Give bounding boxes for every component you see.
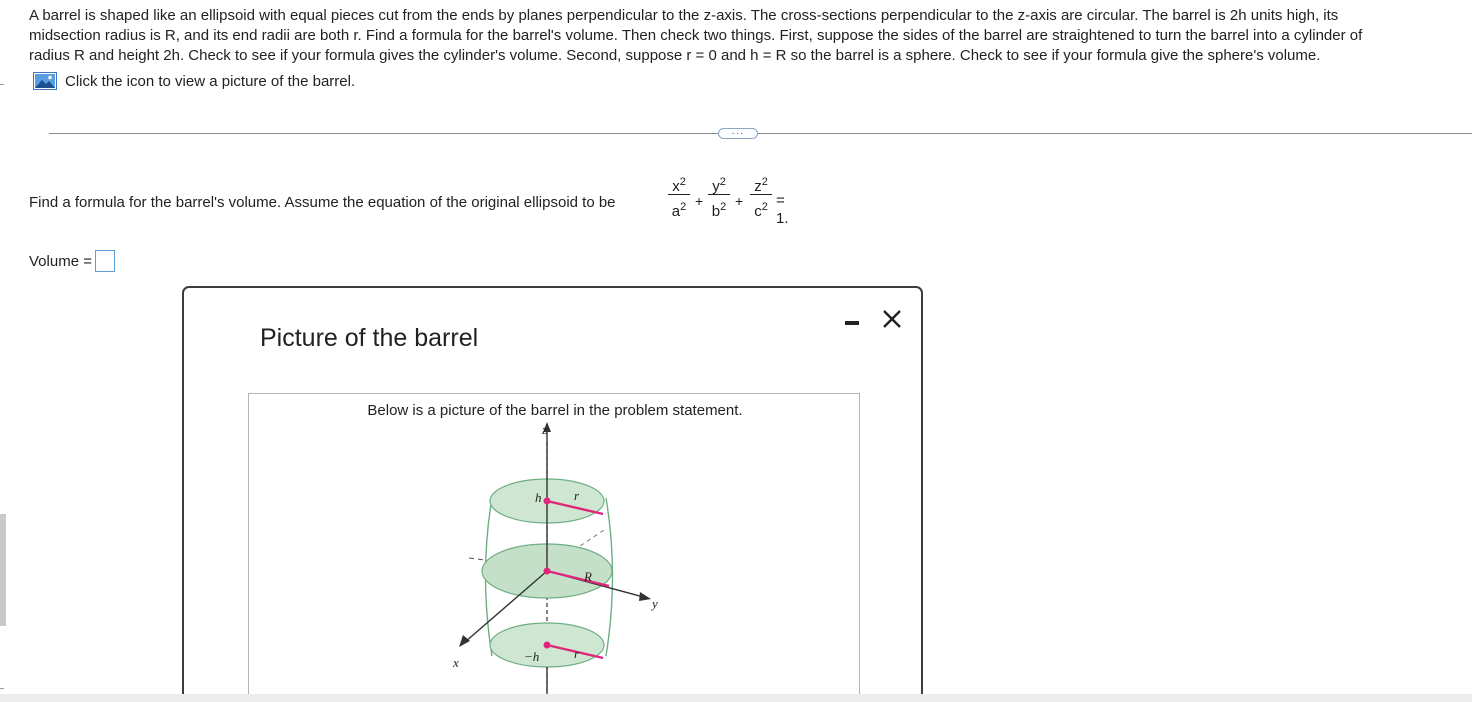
fraction-y: y2 b2 [708, 173, 730, 220]
label-neg-h: −h [524, 649, 539, 664]
problem-line: midsection radius is R, and its end radi… [29, 27, 1363, 44]
picture-dialog: Picture of the barrel Below is a picture… [182, 286, 923, 702]
label-x: x [452, 655, 459, 670]
close-button[interactable] [881, 308, 903, 330]
dialog-title: Picture of the barrel [260, 324, 479, 352]
fraction-z: z2 c2 [750, 173, 772, 220]
barrel-diagram: z y x h r R −h r [452, 422, 658, 702]
y-arrow-head [639, 592, 651, 601]
view-picture-text[interactable]: Click the icon to view a picture of the … [65, 73, 355, 90]
label-z: z [541, 422, 547, 437]
question-text: Find a formula for the barrel's volume. … [29, 194, 616, 211]
equals-one: = 1. [776, 192, 789, 227]
fraction-x: x2 a2 [668, 173, 690, 220]
answer-row: Volume = [29, 250, 115, 272]
mid-center-dot [543, 567, 551, 575]
problem-line: radius R and height 2h. Check to see if … [29, 47, 1321, 64]
volume-label: Volume = [29, 252, 92, 270]
problem-statement: A barrel is shaped like an ellipsoid wit… [29, 6, 1469, 66]
close-icon [883, 310, 901, 328]
label-h: h [535, 490, 542, 505]
image-icon[interactable] [33, 72, 57, 90]
plus-sign: + [735, 193, 744, 209]
section-divider [49, 133, 1472, 134]
scroll-marker [0, 84, 4, 85]
volume-answer-input[interactable] [94, 250, 115, 272]
plus-sign: + [695, 193, 704, 209]
bottom-bar [0, 694, 1472, 702]
page: A barrel is shaped like an ellipsoid wit… [0, 0, 1472, 702]
scrollbar-thumb[interactable] [0, 514, 6, 626]
label-R: R [583, 569, 592, 584]
problem-line: A barrel is shaped like an ellipsoid wit… [29, 7, 1339, 24]
bottom-center-dot [543, 641, 551, 649]
label-y: y [650, 596, 658, 611]
figure-caption: Below is a picture of the barrel in the … [367, 402, 743, 419]
minimize-icon [845, 321, 859, 325]
x-arrow-head [459, 635, 470, 647]
minimize-button[interactable] [842, 308, 862, 328]
view-picture-link[interactable]: Click the icon to view a picture of the … [33, 71, 355, 91]
expand-more-button[interactable]: ··· [718, 128, 758, 139]
figure-container: Below is a picture of the barrel in the … [248, 393, 860, 702]
scroll-marker [0, 688, 4, 689]
top-center-dot [543, 497, 551, 505]
